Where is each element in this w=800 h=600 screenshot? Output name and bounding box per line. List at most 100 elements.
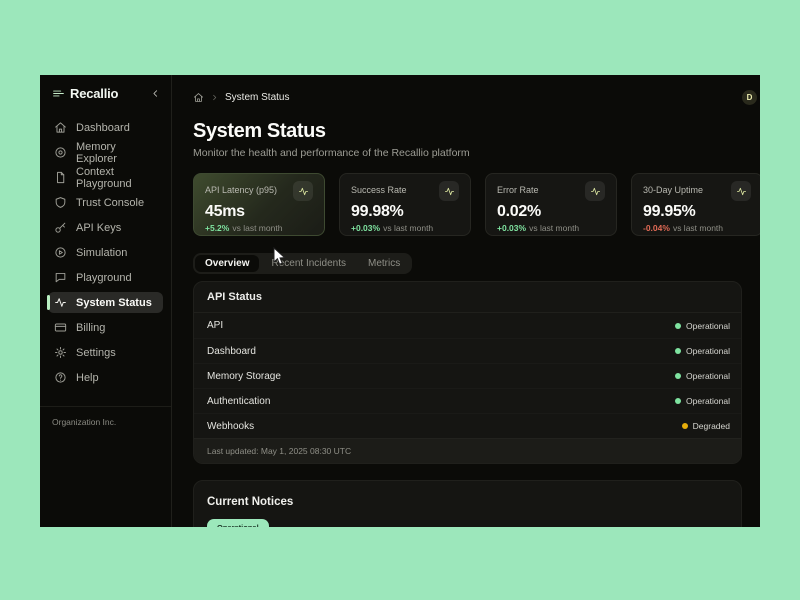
- sidebar-item-help[interactable]: Help: [48, 367, 163, 388]
- page-content: System Status Monitor the health and per…: [172, 111, 760, 527]
- api-status-panel: API Status API Operational Dashboard Ope…: [193, 281, 742, 464]
- metric-label: Success Rate: [351, 185, 407, 195]
- tab-recent-incidents[interactable]: Recent Incidents: [261, 255, 356, 272]
- metric-value: 99.95%: [643, 203, 696, 220]
- organization-label: Organization Inc.: [40, 406, 171, 437]
- desktop-background: Recallio Dashboard Memory Explorer Conte…: [0, 0, 800, 600]
- tab-overview[interactable]: Overview: [195, 255, 260, 272]
- sidebar-item-memory-explorer[interactable]: Memory Explorer: [48, 140, 163, 165]
- page-title: System Status: [193, 120, 326, 142]
- sidebar-item-billing[interactable]: Billing: [48, 317, 163, 338]
- metric-delta: +5.2%: [205, 223, 230, 233]
- sidebar: Recallio Dashboard Memory Explorer Conte…: [40, 75, 172, 527]
- metric-icon-button[interactable]: [731, 181, 751, 201]
- tab-label: Overview: [205, 258, 250, 269]
- api-status-title: API Status: [194, 282, 741, 313]
- last-updated-text: Last updated: May 1, 2025 08:30 UTC: [194, 438, 741, 463]
- metric-card-success-rate[interactable]: Success Rate 99.98% +0.03% vs last month: [339, 173, 471, 236]
- play-icon: [54, 246, 67, 259]
- chat-icon: [54, 271, 67, 284]
- metric-label: API Latency (p95): [205, 185, 278, 195]
- tab-label: Metrics: [367, 258, 401, 269]
- status-text: Operational: [686, 346, 730, 356]
- sidebar-item-api-keys[interactable]: API Keys: [48, 217, 163, 238]
- status-row-authentication: Authentication Operational: [194, 388, 741, 413]
- metric-icon-button[interactable]: [585, 181, 605, 201]
- metric-cards: API Latency (p95) 45ms +5.2% vs last mont…: [193, 173, 760, 236]
- page-subtitle: Monitor the health and performance of th…: [193, 147, 470, 159]
- sidebar-item-label: API Keys: [76, 221, 122, 234]
- status-row-webhooks: Webhooks Degraded: [194, 413, 741, 438]
- operational-badge: Operational: [207, 519, 269, 527]
- metric-delta-note: vs last month: [383, 223, 434, 233]
- metric-icon-button[interactable]: [293, 181, 313, 201]
- brand-name: Recallio: [70, 86, 119, 101]
- sidebar-item-label: Trust Console: [76, 196, 145, 209]
- card-icon: [54, 321, 67, 334]
- metric-card-api-latency-p95[interactable]: API Latency (p95) 45ms +5.2% vs last mont…: [193, 173, 325, 236]
- metric-icon-button[interactable]: [439, 181, 459, 201]
- sidebar-collapse-icon[interactable]: [150, 88, 161, 99]
- metric-value: 45ms: [205, 203, 245, 220]
- status-dot-icon: [675, 398, 682, 404]
- sidebar-item-label: Billing: [76, 321, 106, 334]
- sidebar-item-label: Playground: [76, 271, 132, 284]
- tab-bar: Overview Recent Incidents Metrics: [193, 253, 413, 274]
- file-icon: [54, 171, 67, 184]
- sidebar-item-trust-console[interactable]: Trust Console: [48, 192, 163, 213]
- sidebar-item-playground[interactable]: Playground: [48, 267, 163, 288]
- sidebar-nav: Dashboard Memory Explorer Context Playgr…: [40, 109, 171, 392]
- chevron-right-icon: [210, 93, 219, 102]
- activity-icon: [736, 186, 747, 197]
- sidebar-item-context-playground[interactable]: Context Playground: [48, 165, 163, 190]
- status-row-api: API Operational: [194, 313, 741, 338]
- sidebar-item-system-status[interactable]: System Status: [47, 292, 163, 313]
- metric-delta: +0.03%: [497, 223, 527, 233]
- metric-delta: -0.04%: [643, 223, 670, 233]
- status-dot-icon: [675, 373, 682, 379]
- status-text: Operational: [686, 320, 730, 331]
- metric-delta: +0.03%: [351, 223, 381, 233]
- sidebar-item-label: System Status: [76, 296, 152, 309]
- metric-delta-note: vs last month: [529, 223, 580, 233]
- sidebar-item-label: Memory Explorer: [76, 140, 117, 165]
- service-name: Dashboard: [207, 345, 256, 357]
- sidebar-item-dashboard[interactable]: Dashboard: [48, 117, 163, 138]
- status-dot-icon: [675, 322, 682, 329]
- activity-icon: [298, 186, 309, 197]
- breadcrumb-current: System Status: [225, 91, 290, 103]
- status-text: Degraded: [692, 421, 730, 431]
- activity-icon: [590, 186, 601, 197]
- service-name: Authentication: [207, 395, 271, 407]
- tab-label: Recent Incidents: [271, 258, 346, 269]
- breadcrumb-home-icon[interactable]: [193, 92, 204, 103]
- status-row-dashboard: Dashboard Operational: [194, 338, 741, 363]
- metric-card-error-rate[interactable]: Error Rate 0.02% +0.03% vs last month: [485, 173, 617, 236]
- status-dot-icon: [681, 423, 688, 429]
- status-row-memory-storage: Memory Storage Operational: [194, 363, 741, 388]
- sidebar-item-simulation[interactable]: Simulation: [48, 242, 163, 263]
- status-dot-icon: [675, 348, 682, 354]
- activity-icon: [444, 186, 455, 197]
- disc-icon: [54, 146, 67, 159]
- app-window: Recallio Dashboard Memory Explorer Conte…: [40, 75, 760, 527]
- shield-icon: [54, 196, 67, 209]
- sidebar-item-settings[interactable]: Settings: [48, 342, 163, 363]
- sidebar-item-label: Dashboard: [76, 121, 130, 134]
- user-avatar[interactable]: D: [742, 89, 757, 105]
- api-status-rows: API Operational Dashboard Operational Me…: [194, 313, 741, 438]
- tab-metrics[interactable]: Metrics: [358, 255, 410, 272]
- help-icon: [54, 371, 67, 384]
- service-name: Memory Storage: [207, 370, 281, 382]
- sidebar-item-label: Settings: [76, 346, 116, 359]
- status-text: Operational: [686, 396, 730, 406]
- metric-value: 0.02%: [497, 203, 541, 220]
- key-icon: [54, 221, 67, 234]
- status-text: Operational: [686, 371, 730, 381]
- metric-delta-note: vs last month: [672, 223, 724, 233]
- metric-card-30-day-uptime[interactable]: 30-Day Uptime 99.95% -0.04% vs last month: [631, 173, 760, 236]
- metric-label: 30-Day Uptime: [643, 185, 704, 195]
- service-name: API: [207, 320, 224, 331]
- sidebar-item-label: Context Playground: [76, 165, 132, 190]
- current-notices-panel: Current Notices Operational: [193, 480, 742, 527]
